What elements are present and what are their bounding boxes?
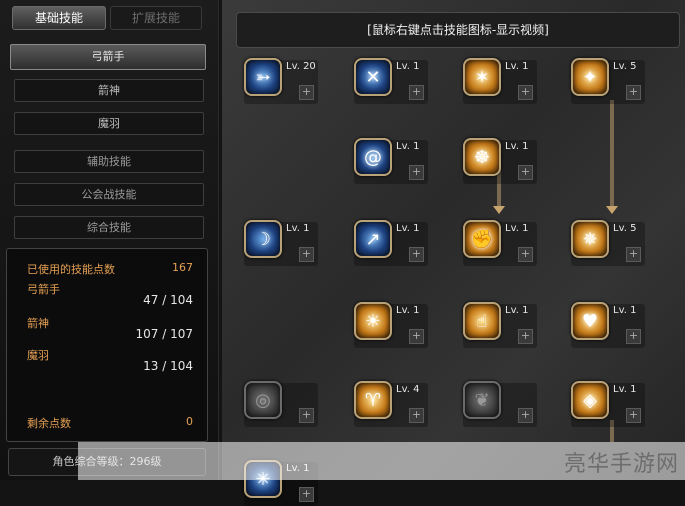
category-archer[interactable]: 弓箭手 (10, 44, 206, 70)
add-point-button[interactable]: + (409, 85, 424, 100)
skill-r2c3[interactable]: ☸ Lv. 1 + (463, 138, 537, 184)
tab-extended-skills[interactable]: 扩展技能 (110, 6, 202, 30)
skill-level-label: Lv. 1 (505, 305, 529, 316)
category-demon-feather[interactable]: 魔羽 (14, 112, 204, 135)
skill-r2c2[interactable]: @ Lv. 1 + (354, 138, 428, 184)
arrow-god-points-value: 107 / 107 (135, 327, 193, 341)
add-point-button[interactable]: + (518, 165, 533, 180)
add-point-button[interactable]: + (518, 408, 533, 423)
category-support-skills[interactable]: 辅助技能 (14, 150, 204, 173)
skill-r1c4[interactable]: ✦ Lv. 5 + (571, 58, 645, 104)
connector-arrow-icon (493, 206, 505, 214)
left-panel: 基础技能 扩展技能 弓箭手 箭神 魔羽 辅助技能 公会战技能 综合技能 已使用的… (0, 0, 219, 480)
skill-r5c1[interactable]: ◎ + (244, 381, 318, 427)
add-point-button[interactable]: + (626, 85, 641, 100)
skill-r1c3[interactable]: ✶ Lv. 1 + (463, 58, 537, 104)
skill-level-label: Lv. 1 (286, 223, 310, 234)
add-point-button[interactable]: + (626, 408, 641, 423)
connector-line (610, 100, 614, 210)
skill-r3c4[interactable]: ✵ Lv. 5 + (571, 220, 645, 266)
skill-r3c2[interactable]: ↗ Lv. 1 + (354, 220, 428, 266)
skill-r4c3[interactable]: ☝ Lv. 1 + (463, 302, 537, 348)
skill-r1c2[interactable]: ✕ Lv. 1 + (354, 58, 428, 104)
add-point-button[interactable]: + (409, 408, 424, 423)
burst-icon[interactable]: ✵ (571, 220, 609, 258)
skill-r4c4[interactable]: ♥ Lv. 1 + (571, 302, 645, 348)
skill-level-label: Lv. 1 (505, 223, 529, 234)
category-general-skills[interactable]: 综合技能 (14, 216, 204, 239)
add-point-button[interactable]: + (409, 165, 424, 180)
skill-level-label: Lv. 4 (396, 384, 420, 395)
skill-r3c1[interactable]: ☽ Lv. 1 + (244, 220, 318, 266)
category-arrow-god[interactable]: 箭神 (14, 79, 204, 102)
skill-level-label: Lv. 1 (396, 305, 420, 316)
add-point-button[interactable]: + (518, 247, 533, 262)
add-point-button[interactable]: + (299, 85, 314, 100)
fist-icon[interactable]: ✊ (463, 220, 501, 258)
triple-arrow-icon[interactable]: ➳ (244, 58, 282, 96)
skill-level-label: Lv. 1 (613, 384, 637, 395)
skill-r5c3[interactable]: ❦ + (463, 381, 537, 427)
skill-r5c4[interactable]: ◈ Lv. 1 + (571, 381, 645, 427)
add-point-button[interactable]: + (299, 487, 314, 502)
bow-icon[interactable]: ☽ (244, 220, 282, 258)
watermark-text: 亮华手游网 (563, 452, 679, 477)
add-point-button[interactable]: + (518, 329, 533, 344)
thumb-up-icon[interactable]: ☝ (463, 302, 501, 340)
skill-r1c1[interactable]: ➳ Lv. 20 + (244, 58, 318, 104)
used-points-label: 已使用的技能点数 (27, 263, 115, 276)
radiant-figure-icon[interactable]: ☀ (354, 302, 392, 340)
remaining-points-label: 剩余点数 (27, 417, 71, 430)
skill-level-label: Lv. 5 (613, 223, 637, 234)
add-point-button[interactable]: + (626, 247, 641, 262)
rising-figure-icon[interactable]: ♈ (354, 381, 392, 419)
add-point-button[interactable]: + (409, 329, 424, 344)
tab-basic-skills[interactable]: 基础技能 (12, 6, 106, 30)
skill-level-label: Lv. 1 (396, 141, 420, 152)
remaining-points-value: 0 (186, 415, 193, 428)
swirl-icon[interactable]: @ (354, 138, 392, 176)
cross-arrow-icon[interactable]: ✕ (354, 58, 392, 96)
skill-r3c3[interactable]: ✊ Lv. 1 + (463, 220, 537, 266)
winged-icon[interactable]: ❦ (463, 381, 501, 419)
arrow-god-points-label: 箭神 (27, 317, 49, 330)
add-point-button[interactable]: + (299, 408, 314, 423)
video-hint-banner: [鼠标右键点击技能图标-显示视频] (236, 12, 680, 48)
add-point-button[interactable]: + (518, 85, 533, 100)
arrow-dive-icon[interactable]: ↗ (354, 220, 392, 258)
used-points-value: 167 (172, 261, 193, 274)
skill-points-panel: 已使用的技能点数 167 弓箭手 47 / 104 箭神 107 / 107 魔… (6, 248, 208, 442)
add-point-button[interactable]: + (626, 329, 641, 344)
skill-level-label: Lv. 1 (505, 61, 529, 72)
skill-level-label: Lv. 1 (396, 223, 420, 234)
boot-icon[interactable]: ☸ (463, 138, 501, 176)
add-point-button[interactable]: + (409, 247, 424, 262)
demon-feather-points-label: 魔羽 (27, 349, 49, 362)
skill-level-label: Lv. 20 (286, 61, 316, 72)
archer-points-value: 47 / 104 (143, 293, 193, 307)
skill-r5c2[interactable]: ♈ Lv. 4 + (354, 381, 428, 427)
ring-icon[interactable]: ◎ (244, 381, 282, 419)
air-heart-icon[interactable]: ♥ (571, 302, 609, 340)
strike-icon[interactable]: ✦ (571, 58, 609, 96)
add-point-button[interactable]: + (299, 247, 314, 262)
skill-level-label: Lv. 1 (396, 61, 420, 72)
demon-feather-points-value: 13 / 104 (143, 359, 193, 373)
skill-level-label: Lv. 5 (613, 61, 637, 72)
category-guild-war-skills[interactable]: 公会战技能 (14, 183, 204, 206)
eagle-icon[interactable]: ✶ (463, 58, 501, 96)
skill-r4c2[interactable]: ☀ Lv. 1 + (354, 302, 428, 348)
skill-level-label: Lv. 1 (505, 141, 529, 152)
archer-points-label: 弓箭手 (27, 283, 60, 296)
connector-arrow-icon (606, 206, 618, 214)
mp-shield-icon[interactable]: ◈ (571, 381, 609, 419)
skill-level-label: Lv. 1 (613, 305, 637, 316)
